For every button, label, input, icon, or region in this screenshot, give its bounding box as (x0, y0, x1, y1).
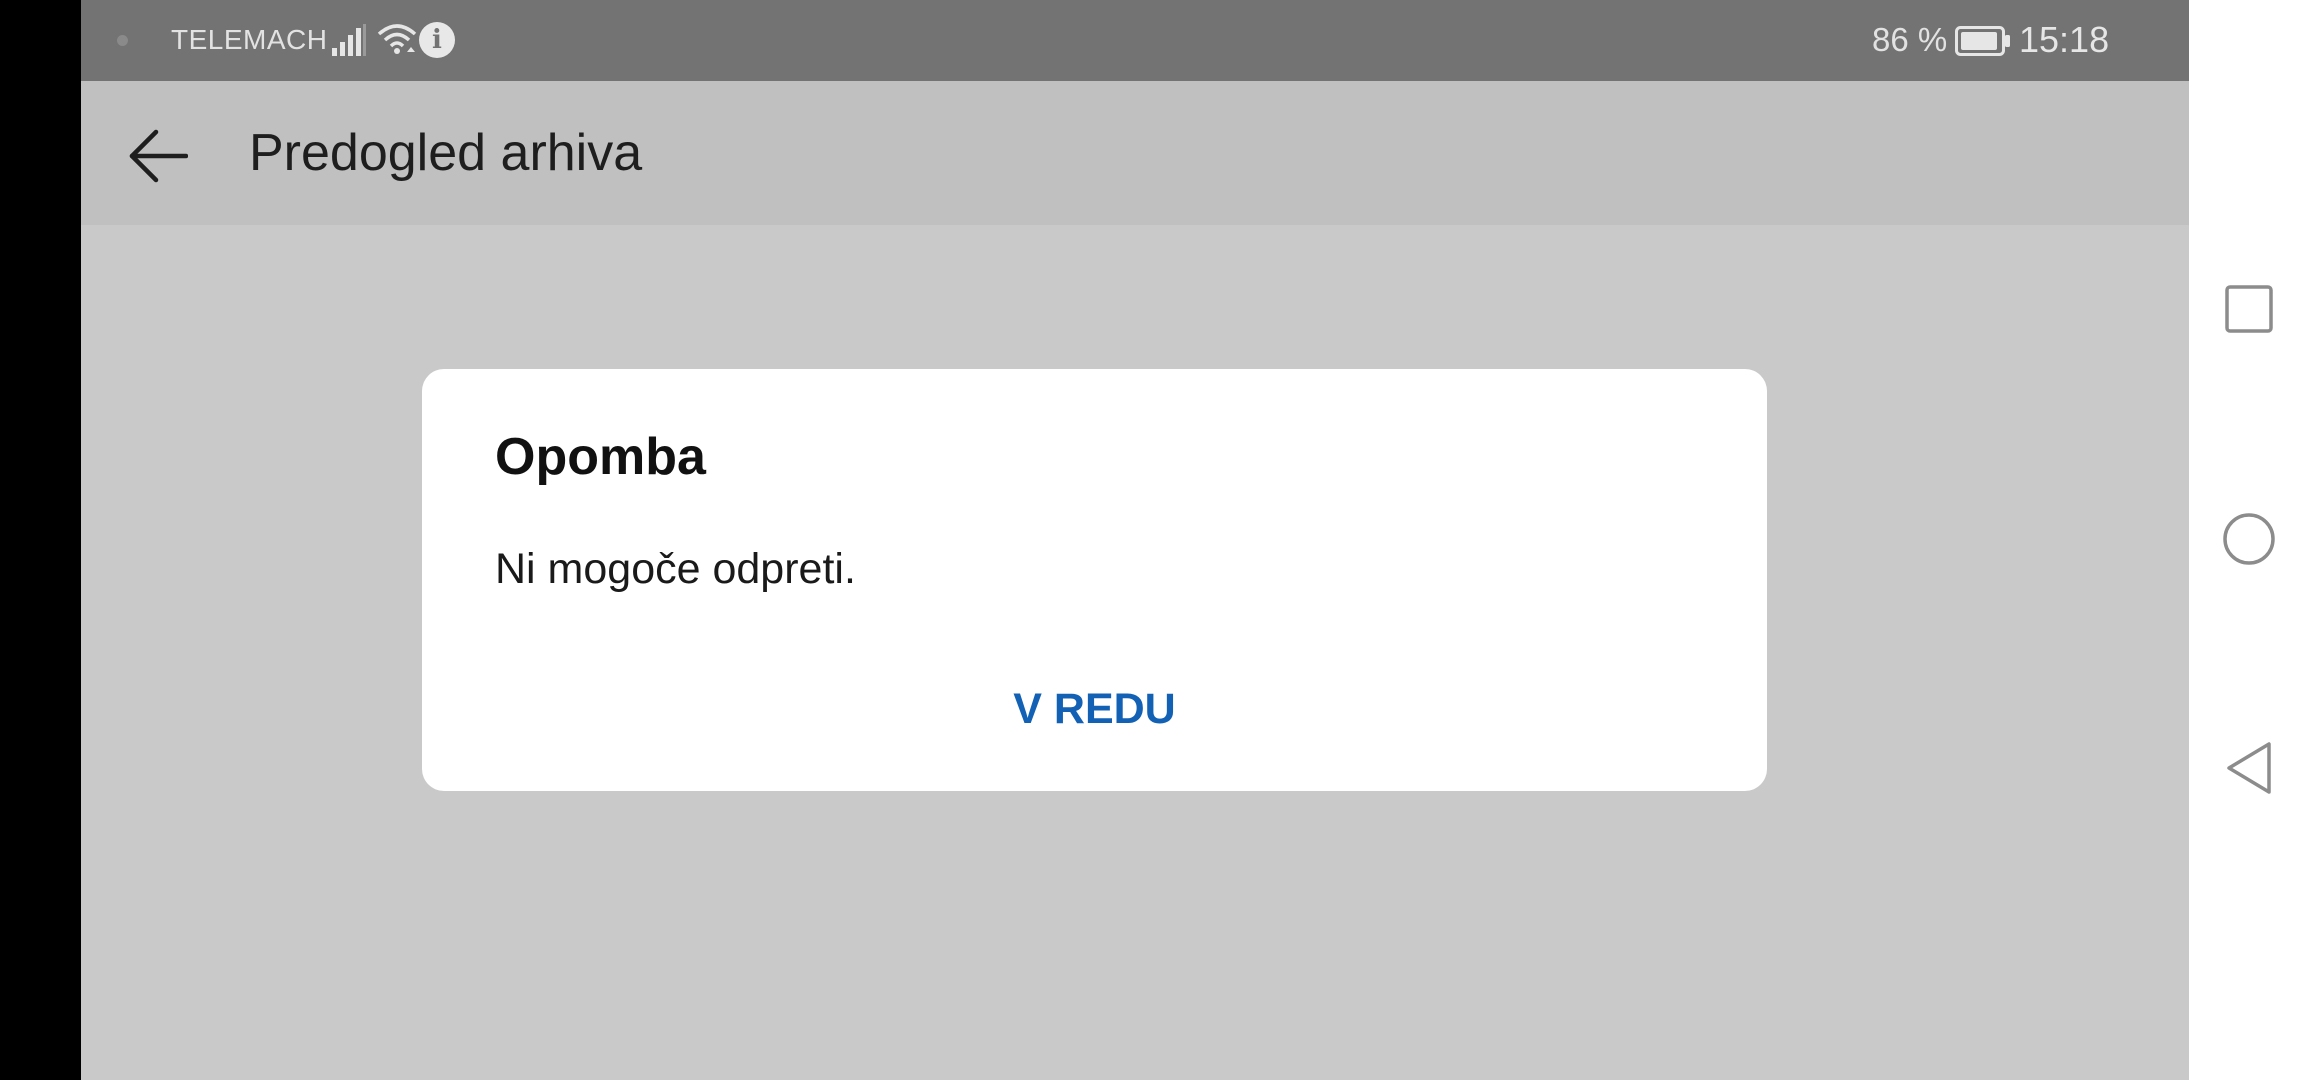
recents-button[interactable] (2209, 269, 2289, 349)
battery-percent: 86 % (1872, 21, 1948, 58)
info-icon: i (419, 22, 455, 58)
back-triangle-icon (2227, 742, 2271, 794)
home-button[interactable] (2209, 499, 2289, 579)
status-dot-icon (117, 35, 128, 46)
home-circle-icon (2223, 513, 2275, 565)
alert-dialog: Opomba Ni mogoče odpreti. V REDU (422, 369, 1767, 791)
dialog-title: Opomba (495, 428, 706, 486)
carrier-label: TELEMACH (171, 24, 328, 55)
recents-square-icon (2225, 285, 2273, 333)
back-button[interactable] (121, 121, 195, 191)
ok-button[interactable]: V REDU (982, 674, 1207, 744)
dialog-message: Ni mogoče odpreti. (495, 545, 856, 593)
status-bar: TELEMACH i 86 % 15:18 (81, 0, 2189, 81)
signal-icon (332, 24, 366, 56)
page-title: Predogled arhiva (249, 124, 643, 182)
clock: 15:18 (2019, 19, 2110, 60)
nav-back-button[interactable] (2209, 728, 2289, 808)
navigation-bar (2189, 0, 2312, 1080)
wifi-icon (377, 24, 417, 54)
app-toolbar: Predogled arhiva (81, 81, 2189, 225)
battery-icon (1955, 26, 2010, 56)
arrow-left-icon (129, 129, 188, 183)
screen-edge (0, 0, 81, 1080)
app-window: TELEMACH i 86 % 15:18 Predogled arhiva O… (81, 0, 2189, 1080)
